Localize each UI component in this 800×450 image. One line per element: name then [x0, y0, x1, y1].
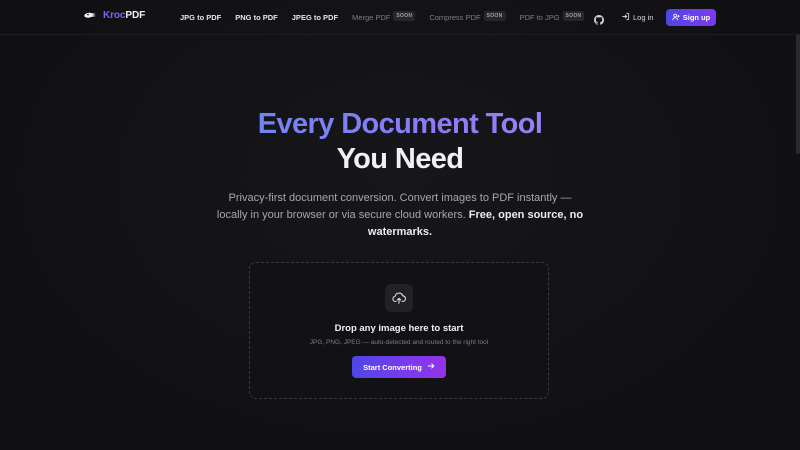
brand-logo[interactable]: KrocPDF — [83, 10, 145, 21]
github-icon[interactable] — [594, 12, 604, 30]
nav-link-jpg-to-pdf[interactable]: JPG to PDF — [180, 13, 221, 22]
signup-label: Sign up — [682, 13, 711, 22]
login-label: Log in — [633, 13, 654, 22]
brand-name-prefix: Kroc — [103, 10, 126, 21]
dropzone-title: Drop any image here to start — [334, 323, 464, 334]
arrow-right-icon — [427, 362, 435, 372]
nav-links: JPG to PDF PNG to PDF JPEG to PDF Merge … — [180, 11, 598, 22]
login-button[interactable]: Log in — [621, 12, 653, 23]
signup-button[interactable]: Sign up — [666, 9, 716, 26]
start-converting-button[interactable]: Start Converting — [352, 356, 446, 378]
nav-link-png-to-pdf[interactable]: PNG to PDF — [235, 13, 278, 22]
page-title: Every Document Tool You Need — [0, 107, 800, 177]
brand-name-suffix: PDF — [125, 10, 146, 21]
nav-link-compress-pdf[interactable]: Compress PDF — [429, 13, 480, 22]
hero-subtitle: Privacy-first document conversion. Conve… — [215, 190, 585, 241]
file-dropzone[interactable]: Drop any image here to start JPG, PNG, J… — [249, 262, 549, 399]
nav-link-jpeg-to-pdf[interactable]: JPEG to PDF — [292, 13, 338, 22]
nav-link-pdf-to-jpg[interactable]: PDF to JPG — [520, 13, 560, 22]
soon-badge: SOON — [393, 11, 416, 21]
user-plus-icon — [671, 13, 680, 23]
crocodile-logo-icon — [83, 11, 97, 20]
top-nav: KrocPDF JPG to PDF PNG to PDF JPEG to PD… — [0, 0, 800, 35]
hero-title-line-2: You Need — [336, 143, 464, 175]
soon-badge: SOON — [562, 11, 585, 21]
hero-title-line-1: Every Document Tool — [0, 107, 800, 142]
dropzone-subtitle: JPG, PNG, JPEG — auto-detected and route… — [309, 339, 489, 346]
login-icon — [621, 12, 630, 23]
soon-badge: SOON — [483, 11, 506, 21]
nav-link-merge-pdf[interactable]: Merge PDF — [352, 13, 390, 22]
page: KrocPDF JPG to PDF PNG to PDF JPEG to PD… — [0, 0, 800, 450]
cloud-upload-icon — [385, 284, 413, 312]
start-converting-label: Start Converting — [363, 362, 422, 372]
